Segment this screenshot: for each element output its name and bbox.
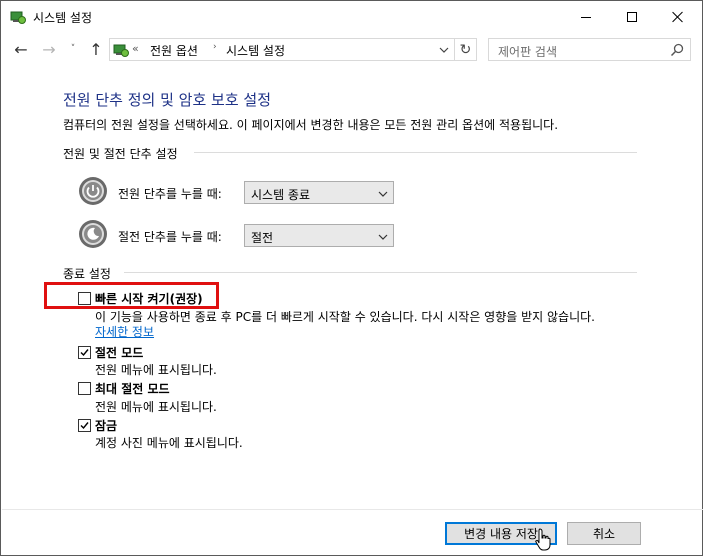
lock-option-description: 계정 사진 메뉴에 표시됩니다. xyxy=(95,436,243,450)
back-button[interactable]: ← xyxy=(11,39,31,59)
power-button-label: 전원 단추를 누를 때: xyxy=(118,187,222,201)
refresh-icon: ↻ xyxy=(459,41,472,58)
minimize-button[interactable] xyxy=(563,1,609,33)
up-button[interactable]: ↑ xyxy=(87,39,105,59)
window-title: 시스템 설정 xyxy=(33,11,93,25)
hibernate-checkbox[interactable] xyxy=(78,382,91,395)
sleep-checkbox[interactable] xyxy=(78,346,91,359)
chevron-down-icon: ˅ xyxy=(70,44,76,54)
search-input[interactable]: 제어판 검색 xyxy=(498,43,557,60)
fast-startup-description: 이 기능을 사용하면 종료 후 PC를 더 빠르게 시작할 수 있습니다. 다시… xyxy=(95,310,595,324)
breadcrumb-chevron-icon[interactable]: › xyxy=(213,42,217,52)
maximize-button[interactable] xyxy=(609,1,655,33)
highlight-annotation xyxy=(44,282,219,309)
more-info-link[interactable]: 자세한 정보 xyxy=(95,323,154,340)
refresh-button[interactable]: ↻ xyxy=(455,38,477,61)
address-dropdown-icon[interactable] xyxy=(436,42,452,58)
recent-locations-button[interactable]: ˅ xyxy=(67,39,79,59)
power-options-address-icon xyxy=(113,42,129,58)
minimize-icon xyxy=(581,16,591,18)
footer-divider xyxy=(2,509,703,510)
search-icon[interactable] xyxy=(669,42,685,58)
sleep-button-label: 절전 단추를 누를 때: xyxy=(118,230,222,244)
close-icon xyxy=(672,11,684,23)
sleep-icon xyxy=(78,219,108,249)
hibernate-option-description: 전원 메뉴에 표시됩니다. xyxy=(95,400,217,414)
power-buttons-section-heading: 전원 및 절전 단추 설정 xyxy=(63,147,178,161)
close-button[interactable] xyxy=(655,1,701,33)
breadcrumb-overflow[interactable]: « xyxy=(132,42,139,55)
hibernate-option-label[interactable]: 최대 절전 모드 xyxy=(95,380,170,397)
back-arrow-icon: ← xyxy=(14,39,28,59)
page-description: 컴퓨터의 전원 설정을 선택하세요. 이 페이지에서 변경한 내용은 모든 전원… xyxy=(63,118,559,132)
sleep-option-description: 전원 메뉴에 표시됩니다. xyxy=(95,363,217,377)
title-bar[interactable]: 시스템 설정 xyxy=(1,1,702,33)
sleep-button-action-value: 절전 xyxy=(251,231,274,245)
maximize-icon xyxy=(627,12,637,22)
system-settings-window: 시스템 설정 ← → ˅ ↑ « 전원 옵션 › 시스템 설정 ↻ 제어판 검색… xyxy=(0,0,703,556)
address-bar[interactable]: « 전원 옵션 › 시스템 설정 xyxy=(109,38,455,61)
chevron-down-icon xyxy=(378,231,388,241)
chevron-down-icon xyxy=(378,188,388,198)
page-title: 전원 단추 정의 및 암호 보호 설정 xyxy=(63,91,272,109)
cancel-button[interactable]: 취소 xyxy=(567,522,641,545)
breadcrumb-system-settings[interactable]: 시스템 설정 xyxy=(226,42,285,59)
power-icon xyxy=(78,176,108,206)
power-button-action-value: 시스템 종료 xyxy=(251,188,311,202)
section-divider xyxy=(124,272,637,273)
sleep-option-label[interactable]: 절전 모드 xyxy=(95,344,143,361)
forward-arrow-icon: → xyxy=(42,39,56,59)
lock-checkbox[interactable] xyxy=(78,419,91,432)
shutdown-settings-heading: 종료 설정 xyxy=(63,267,111,281)
forward-button[interactable]: → xyxy=(39,39,59,59)
power-options-app-icon xyxy=(10,9,26,25)
section-divider xyxy=(194,152,637,153)
search-box[interactable]: 제어판 검색 xyxy=(488,38,691,61)
up-arrow-icon: ↑ xyxy=(89,39,103,59)
mouse-pointer-icon xyxy=(534,528,552,552)
breadcrumb-power-options[interactable]: 전원 옵션 xyxy=(150,42,198,59)
navigation-bar: ← → ˅ ↑ « 전원 옵션 › 시스템 설정 ↻ 제어판 검색 xyxy=(1,33,702,67)
lock-option-label[interactable]: 잠금 xyxy=(95,417,117,434)
sleep-button-action-select[interactable]: 절전 xyxy=(244,224,394,247)
power-button-action-select[interactable]: 시스템 종료 xyxy=(244,181,394,204)
